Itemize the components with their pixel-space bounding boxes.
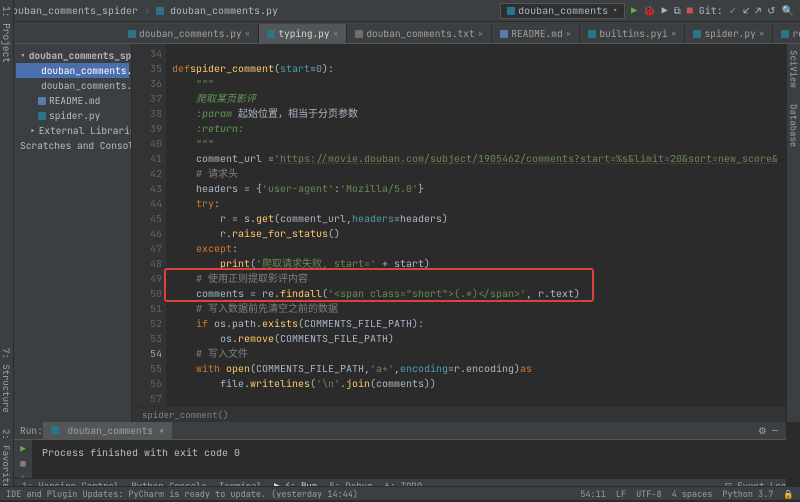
- file-icon: [781, 30, 789, 38]
- file-icon: [588, 30, 596, 38]
- run-panel: Run: douban_comments × ⚙ — ▶ ■ ↓ Process…: [14, 422, 786, 478]
- editor-tab[interactable]: douban_comments.py×: [120, 24, 259, 43]
- revert-icon[interactable]: ↺: [767, 4, 775, 17]
- highlight-box: [164, 268, 594, 302]
- run-icon[interactable]: ▶: [631, 4, 637, 17]
- file-icon: [355, 30, 363, 38]
- debug-icon[interactable]: 🐞: [643, 4, 655, 17]
- caret-position[interactable]: 54:11: [580, 488, 606, 500]
- editor-tab[interactable]: douban_comments.txt×: [347, 24, 492, 43]
- project-file[interactable]: douban_comments.py: [16, 63, 129, 78]
- sciview-tool-label[interactable]: SciView: [788, 50, 800, 88]
- search-icon[interactable]: 🔍: [782, 4, 794, 17]
- editor-breadcrumb[interactable]: spider_comment(): [132, 406, 786, 422]
- readonly-lock-icon[interactable]: 🔒: [783, 488, 794, 500]
- project-file[interactable]: README.md: [16, 93, 129, 108]
- project-root[interactable]: ▾ douban_comments_spide: [16, 48, 129, 63]
- line-number-gutter[interactable]: 3435363738394041424344454647484950515253…: [132, 44, 166, 406]
- line-sep[interactable]: LF: [616, 488, 626, 500]
- code-area[interactable]: defspider_comment(start=0): """ 爬取某页影评 :…: [166, 44, 786, 406]
- python-icon: [51, 426, 59, 434]
- run-tab[interactable]: douban_comments ×: [43, 422, 173, 439]
- rerun-icon[interactable]: ▶: [20, 443, 25, 455]
- coverage-icon[interactable]: ▶: [662, 4, 668, 17]
- file-icon: [500, 30, 508, 38]
- python-file-icon: [156, 7, 164, 15]
- database-tool-label[interactable]: Database: [788, 104, 800, 147]
- stop-icon[interactable]: ■: [687, 4, 693, 17]
- settings-icon[interactable]: ⚙ —: [758, 424, 778, 437]
- external-libraries[interactable]: ▸ External Libraries: [16, 123, 129, 138]
- interpreter[interactable]: Python 3.7: [722, 488, 773, 500]
- run-config-selector[interactable]: douban_comments ▾: [500, 3, 625, 19]
- project-tree[interactable]: ▾ douban_comments_spide douban_comments.…: [14, 44, 132, 422]
- file-icon: [267, 30, 275, 38]
- editor-tab[interactable]: re.py×: [773, 24, 800, 43]
- status-message[interactable]: IDE and Plugin Updates: PyCharm is ready…: [6, 488, 358, 500]
- current-file: douban_comments.py: [170, 4, 278, 17]
- editor-tab[interactable]: typing.py×: [259, 24, 347, 43]
- git-push-icon[interactable]: ↙: [743, 4, 749, 17]
- editor-tab[interactable]: spider.py×: [685, 24, 773, 43]
- editor-tab[interactable]: builtins.pyi×: [580, 24, 685, 43]
- project-file[interactable]: douban_comments.txt: [16, 78, 129, 93]
- file-icon: [38, 112, 46, 120]
- code-editor[interactable]: 3435363738394041424344454647484950515253…: [132, 44, 786, 422]
- indent-info[interactable]: 4 spaces: [672, 488, 713, 500]
- file-encoding[interactable]: UTF-8: [636, 488, 662, 500]
- git-label: Git:: [699, 4, 723, 17]
- git-update-icon[interactable]: ✓: [729, 4, 737, 17]
- breadcrumb-toolbar: douban_comments_spider › douban_comments…: [0, 0, 800, 22]
- file-icon: [128, 30, 136, 38]
- editor-tab-bar: douban_comments.py×typing.py×douban_comm…: [0, 22, 800, 44]
- stop-icon[interactable]: ■: [20, 458, 25, 470]
- python-icon: [507, 7, 515, 15]
- file-icon: [38, 97, 46, 105]
- status-bar: IDE and Plugin Updates: PyCharm is ready…: [0, 486, 800, 500]
- git-history-icon[interactable]: ↗: [755, 4, 761, 17]
- attach-icon[interactable]: ⧉: [674, 4, 681, 17]
- project-file[interactable]: spider.py: [16, 108, 129, 123]
- run-panel-title: Run:: [20, 424, 43, 437]
- file-icon: [693, 30, 701, 38]
- structure-tool-label[interactable]: 7: Structure: [0, 340, 12, 421]
- scratches-and-consoles[interactable]: Scratches and Consoles: [16, 138, 129, 153]
- editor-tab[interactable]: README.md×: [492, 24, 580, 43]
- project-name: douban_comments_spider: [6, 4, 138, 17]
